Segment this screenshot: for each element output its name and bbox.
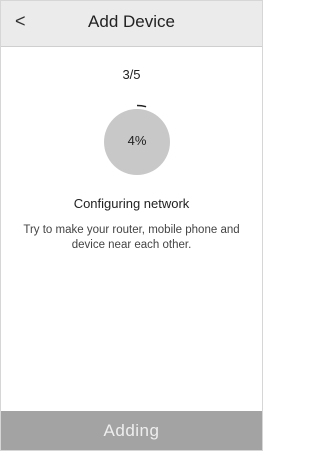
status-title: Configuring network (73, 196, 190, 211)
adding-button[interactable]: Adding (1, 411, 262, 450)
header-bar: < Add Device (1, 1, 262, 47)
progress-arc (136, 104, 147, 108)
page-title: Add Device (88, 12, 175, 31)
progress-percent: 4% (127, 133, 147, 148)
add-device-screen: < Add Device 3/5 4% Configuring network … (0, 0, 263, 451)
progress-indicator: 4% (99, 104, 175, 180)
adding-button-label: Adding (103, 420, 160, 440)
step-indicator: 3/5 (122, 67, 141, 82)
status-hint: Try to make your router, mobile phone an… (23, 224, 240, 251)
